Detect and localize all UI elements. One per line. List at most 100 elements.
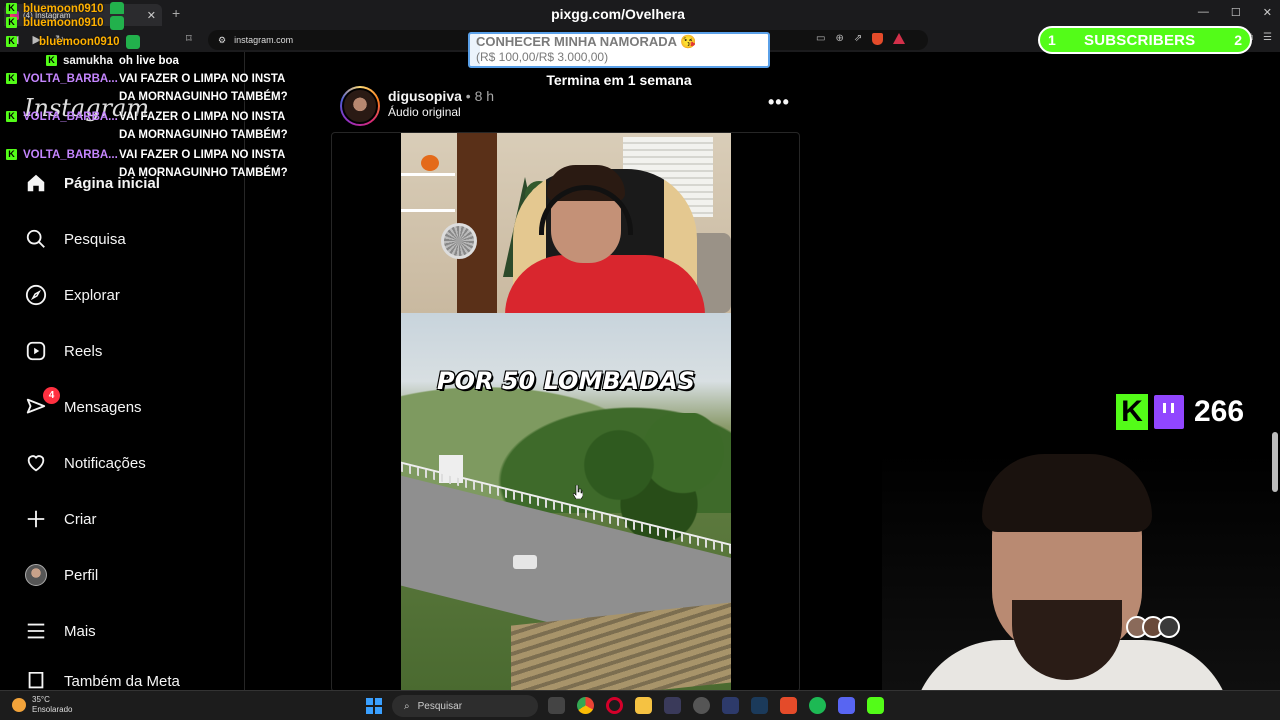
chrome-icon[interactable] [577,697,594,714]
chat-text: VAI FAZER O LIMPA NO INSTA DA MORNAGUINH… [119,149,288,179]
webcam-feed [882,450,1280,720]
sidebar-item-label: Mensagens [64,398,142,416]
reels-icon [24,339,48,363]
app-icon[interactable] [722,697,739,714]
username-text[interactable]: digusopiva [388,88,462,104]
chat-username: VOLTA_BARBA... [23,73,118,85]
chat-text: oh live boa [118,55,179,67]
brave-rewards-icon[interactable] [893,33,906,44]
sidebar-item-label: Explorar [64,286,120,304]
sidebar-item-explore[interactable]: Explorar [24,280,120,310]
temperature: 35°C [32,695,50,704]
chat-text: VAI FAZER O LIMPA NO INSTA DA MORNAGUINH… [119,111,288,141]
viewer-count: 266 [1194,395,1245,428]
sidebar-item-profile[interactable]: Perfil [24,560,98,590]
scrollbar-thumb[interactable] [1272,432,1278,492]
address-bar-icons: ▭ ⊕ ⇗ [816,33,906,45]
taskbar-search-placeholder: Pesquisar [417,700,463,712]
sidebar-item-search[interactable]: Pesquisa [24,224,126,254]
kick-icon: K [6,17,17,28]
goal-title: CONHECER MINHA NAMORADA 😘 [476,34,697,49]
app-icon[interactable] [867,697,884,714]
share-icon[interactable]: ⇗ [854,33,862,45]
taskbar-apps [548,697,884,714]
post-media[interactable]: POR 50 LOMBADAS [331,132,800,692]
avatar [25,564,47,586]
subs-label: SUBSCRIBERS [1084,31,1196,49]
steam-icon[interactable] [751,697,768,714]
story-avatars[interactable] [1126,616,1180,638]
windows-taskbar: 35°C Ensolarado ⌕ Pesquisar [0,690,1280,720]
sidebar-item-messages[interactable]: 4 Mensagens [24,387,142,422]
avatar[interactable] [1158,616,1180,638]
sidebar-item-reels[interactable]: Reels [24,336,102,366]
chat-message: K VOLTA_BARBA... VAI FAZER O LIMPA NO IN… [6,108,306,146]
kick-icon: K [6,149,17,160]
post-time: • 8 h [465,88,495,104]
chat-text: VAI FAZER O LIMPA NO INSTA DA MORNAGUINH… [119,73,288,103]
task-view-icon[interactable] [548,697,565,714]
post-header: digusopiva • 8 h Áudio original ••• [340,84,800,126]
post-author-avatar[interactable] [340,86,380,126]
post-username[interactable]: digusopiva • 8 h [388,88,494,104]
sidebar-item-label: Também da Meta [64,672,180,690]
video-room-scene [401,133,731,325]
kick-icon: K [6,36,17,47]
file-explorer-icon[interactable] [635,697,652,714]
sidebar-item-notifications[interactable]: Notificações [24,448,146,478]
menu-icon[interactable]: ☰ [1263,32,1272,43]
windows-start-icon[interactable] [366,698,382,714]
profile-avatar [24,563,48,587]
sidebar-item-label: Mais [64,622,96,640]
sidebar-item-label: Pesquisa [64,230,126,248]
sidebar-item-label: Reels [64,342,103,360]
brave-icon[interactable] [780,697,797,714]
chat-message: K bluemoon0910 [6,14,306,32]
sidebar-item-meta[interactable]: Também da Meta [24,672,180,690]
chat-message: K bluemoon0910 [6,0,306,14]
taskbar-search[interactable]: ⌕ Pesquisar [392,695,538,717]
reel-video[interactable]: POR 50 LOMBADAS [401,133,731,691]
weather-condition: Ensolarado [32,705,73,714]
screenshot-icon[interactable]: ▭ [816,33,825,45]
brave-shield-icon[interactable] [872,33,884,45]
search-icon: ⌕ [404,700,410,712]
kick-logo-icon: K [1116,394,1148,430]
chat-message: K samukha oh live boa [46,52,306,70]
sidebar-item-label: Notificações [64,454,146,472]
github-icon[interactable] [693,697,710,714]
kick-icon: K [6,73,17,84]
subscribers-counter: 1 SUBSCRIBERS 2 [1038,26,1252,54]
chat-username: VOLTA_BARBA... [23,149,118,161]
kick-icon: K [6,3,17,14]
weather-widget[interactable]: 35°C Ensolarado [12,695,72,715]
sun-icon [12,698,26,712]
messages-icon: 4 [24,387,60,419]
sidebar-item-label: Criar [64,510,97,528]
compass-icon [24,283,48,307]
goal-ends: Termina em 1 semana [546,72,692,88]
sidebar-item-create[interactable]: Criar [24,504,97,534]
heart-icon [24,451,48,475]
page-scrollbar[interactable] [1270,52,1280,692]
messages-badge: 4 [43,387,60,404]
sidebar-item-label: Perfil [64,566,99,584]
close-window-icon[interactable]: ✕ [1263,6,1272,19]
sidebar-item-more[interactable]: Mais [24,616,96,646]
badge-icon [109,16,124,30]
twitch-logo-icon [1154,395,1184,429]
chat-username: samukha [63,55,113,67]
opera-icon[interactable] [606,697,623,714]
chat-message: K bluemoon0910 [6,32,306,52]
hand-cursor-icon [573,485,583,499]
spotify-icon[interactable] [809,697,826,714]
chat-message: K VOLTA_BARBA... VAI FAZER O LIMPA NO IN… [6,70,306,108]
kick-icon: K [46,55,57,66]
discord-icon[interactable] [838,697,855,714]
post-audio[interactable]: Áudio original [388,105,461,119]
more-options-icon[interactable]: ••• [768,92,790,113]
obs-icon[interactable] [664,697,681,714]
zoom-icon[interactable]: ⊕ [835,33,843,45]
video-caption: POR 50 LOMBADAS [437,367,695,395]
chat-username: bluemoon0910 [23,17,104,29]
